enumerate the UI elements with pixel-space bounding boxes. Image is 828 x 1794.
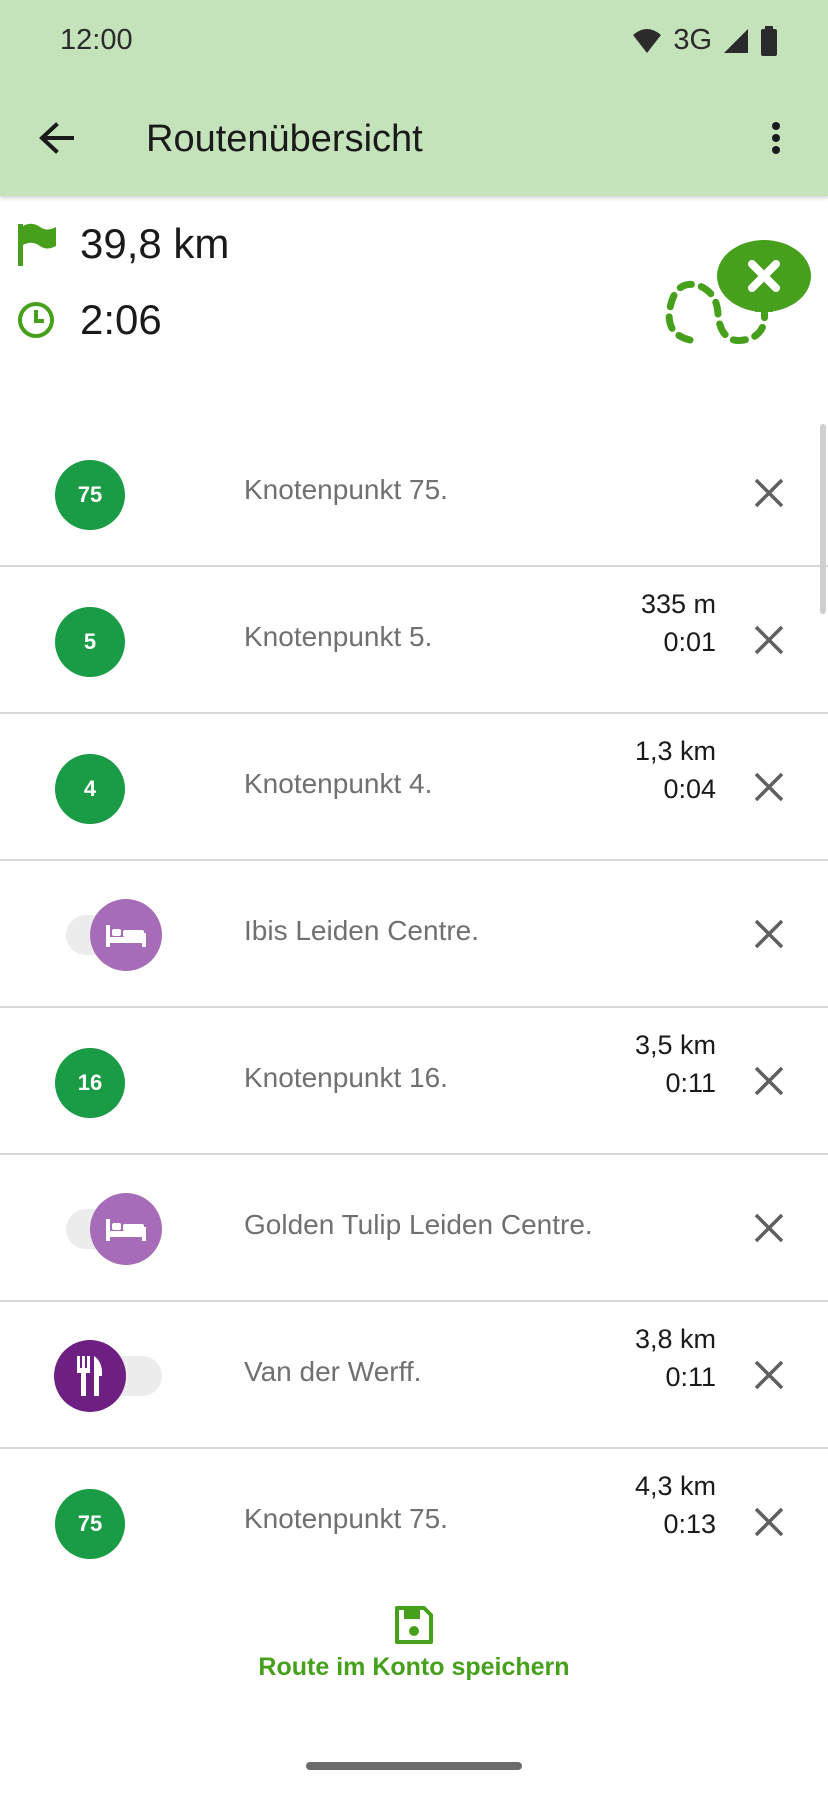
list-scrollbar[interactable] [820,424,826,614]
battery-icon [761,25,777,56]
total-distance: 39,8 km [80,220,230,267]
more-vert-icon [772,122,780,154]
segment-distance: 3,5 km [634,1030,716,1060]
node-badge: 75 [55,460,125,530]
route-summary: 39,8 km 2:06 [0,196,828,416]
route-point-row[interactable]: 75 Knotenpunkt 75. [0,420,828,567]
route-point-row[interactable]: Van der Werff. 3,8 km 0:11 [0,1302,828,1449]
remove-point-button[interactable] [746,1058,792,1104]
segment-meta: 1,3 km 0:04 [635,732,716,808]
segment-meta: 4,3 km 0:13 [635,1467,716,1543]
route-point-row[interactable]: 16 Knotenpunkt 16. 3,5 km 0:11 [0,1008,828,1155]
duration-row: 2:06 [14,296,162,344]
hotel-knob [90,1193,162,1265]
remove-point-button[interactable] [746,1352,792,1398]
distance-row: 39,8 km [14,220,229,268]
arrow-left-icon [39,122,74,154]
route-point-row[interactable]: 4 Knotenpunkt 4. 1,3 km 0:04 [0,714,828,861]
remove-point-button[interactable] [746,1499,792,1545]
segment-distance: 335 m [640,589,716,619]
close-icon [754,1360,784,1390]
bed-icon [106,1219,146,1241]
close-icon [754,1507,784,1537]
segment-distance: 1,3 km [634,736,716,766]
remove-point-button[interactable] [746,911,792,957]
node-badge: 5 [55,607,125,677]
remove-point-button[interactable] [746,1205,792,1251]
close-icon [754,1066,784,1096]
segment-meta: 335 m 0:01 [641,585,716,661]
screen: 12:00 3G Routenübersicht 39,8 km 2:06 75… [0,0,828,1794]
node-badge: 16 [55,1048,125,1118]
page-title: Routenübersicht [146,118,423,160]
flag-icon [14,222,58,266]
close-icon [754,919,784,949]
point-name: Knotenpunkt 16. [244,1062,448,1093]
remove-point-button[interactable] [746,617,792,663]
point-name: Ibis Leiden Centre. [244,915,480,946]
overflow-menu-button[interactable] [748,110,804,166]
status-time: 12:00 [60,24,133,56]
save-route-button[interactable]: Route im Konto speichern [240,1605,588,1705]
home-indicator[interactable] [306,1762,522,1770]
route-point-row[interactable]: 5 Knotenpunkt 5. 335 m 0:01 [0,567,828,714]
segment-meta: 3,8 km 0:11 [635,1320,716,1396]
app-bar: 12:00 3G Routenübersicht [0,0,828,196]
remove-point-button[interactable] [746,470,792,516]
cutlery-icon [77,1356,103,1396]
save-route-label: Route im Konto speichern [258,1653,570,1681]
hotel-knob [90,899,162,971]
point-name: Knotenpunkt 4. [244,768,433,799]
close-icon [754,1213,784,1243]
clear-route-icon [665,240,811,344]
segment-time: 0:13 [663,1509,716,1539]
clock-icon [14,298,58,342]
poi-toggle[interactable] [66,1193,166,1265]
segment-distance: 3,8 km [634,1324,716,1354]
status-icons: 3G [631,24,778,57]
segment-time: 0:11 [665,1362,716,1392]
food-knob [54,1340,126,1412]
network-type: 3G [673,24,712,56]
wifi-icon [633,28,662,53]
close-icon [754,625,784,655]
segment-distance: 4,3 km [634,1471,716,1501]
signal-icon [724,28,748,53]
poi-toggle[interactable] [54,1340,166,1412]
segment-time: 0:11 [665,1068,716,1098]
point-name: Van der Werff. [244,1356,422,1387]
point-name: Knotenpunkt 5. [244,621,433,652]
route-point-list: 75 Knotenpunkt 75. 5 Knotenpunkt 5. 335 … [0,420,828,1596]
clear-route-button[interactable] [640,216,820,366]
route-point-row[interactable]: Ibis Leiden Centre. [0,861,828,1008]
node-badge: 75 [55,1489,125,1559]
remove-point-button[interactable] [746,764,792,810]
back-button[interactable] [28,110,84,166]
point-name: Knotenpunkt 75. [244,1503,448,1534]
bed-icon [106,925,146,947]
floppy-disk-icon [240,1605,588,1645]
segment-meta: 3,5 km 0:11 [635,1026,716,1102]
close-icon [754,772,784,802]
segment-time: 0:01 [663,627,716,657]
segment-time: 0:04 [663,774,716,804]
poi-toggle[interactable] [66,899,166,971]
route-point-row[interactable]: Golden Tulip Leiden Centre. [0,1155,828,1302]
point-name: Knotenpunkt 75. [244,474,448,505]
point-name: Golden Tulip Leiden Centre. [244,1209,593,1240]
node-badge: 4 [55,754,125,824]
total-duration: 2:06 [80,296,162,343]
route-point-row[interactable]: 75 Knotenpunkt 75. 4,3 km 0:13 [0,1449,828,1596]
close-icon [754,478,784,508]
